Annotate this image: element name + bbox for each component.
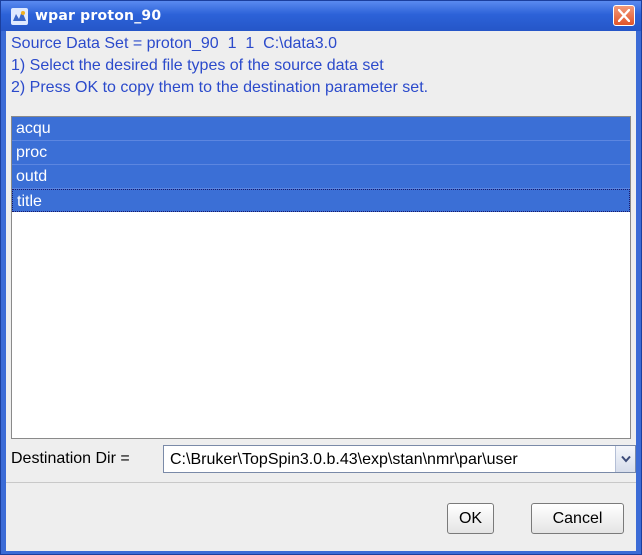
instruction-line-1: 1) Select the desired file types of the … (11, 57, 384, 74)
info-text: Source Data Set = proton_90 1 1 C:\data3… (11, 33, 428, 99)
destination-dir-combobox[interactable]: C:\Bruker\TopSpin3.0.b.43\exp\stan\nmr\p… (163, 445, 636, 473)
source-data-set-line: Source Data Set = proton_90 1 1 C:\data3… (11, 35, 337, 52)
list-item-title[interactable]: title (12, 189, 630, 212)
instruction-line-2: 2) Press OK to copy them to the destinat… (11, 79, 429, 96)
divider (6, 482, 636, 483)
dropdown-button[interactable] (615, 446, 635, 472)
list-item-acqu[interactable]: acqu (12, 117, 630, 141)
list-item-outd[interactable]: outd (12, 165, 630, 189)
chevron-down-icon (621, 455, 631, 463)
close-icon (618, 9, 630, 22)
destination-row: Destination Dir = C:\Bruker\TopSpin3.0.b… (6, 445, 636, 475)
file-type-list[interactable]: acqu proc outd title (11, 116, 631, 439)
ok-button[interactable]: OK (447, 503, 494, 534)
dialog-content: Source Data Set = proton_90 1 1 C:\data3… (6, 31, 636, 551)
dialog-window: wpar proton_90 Source Data Set = proton_… (0, 0, 642, 555)
destination-label: Destination Dir = (11, 450, 130, 467)
title-bar[interactable]: wpar proton_90 (1, 1, 641, 31)
cancel-button[interactable]: Cancel (531, 503, 624, 534)
close-button[interactable] (613, 5, 635, 26)
list-item-proc[interactable]: proc (12, 141, 630, 165)
destination-dir-value: C:\Bruker\TopSpin3.0.b.43\exp\stan\nmr\p… (170, 451, 518, 468)
window-title: wpar proton_90 (35, 8, 162, 24)
topspin-app-icon (11, 8, 28, 25)
